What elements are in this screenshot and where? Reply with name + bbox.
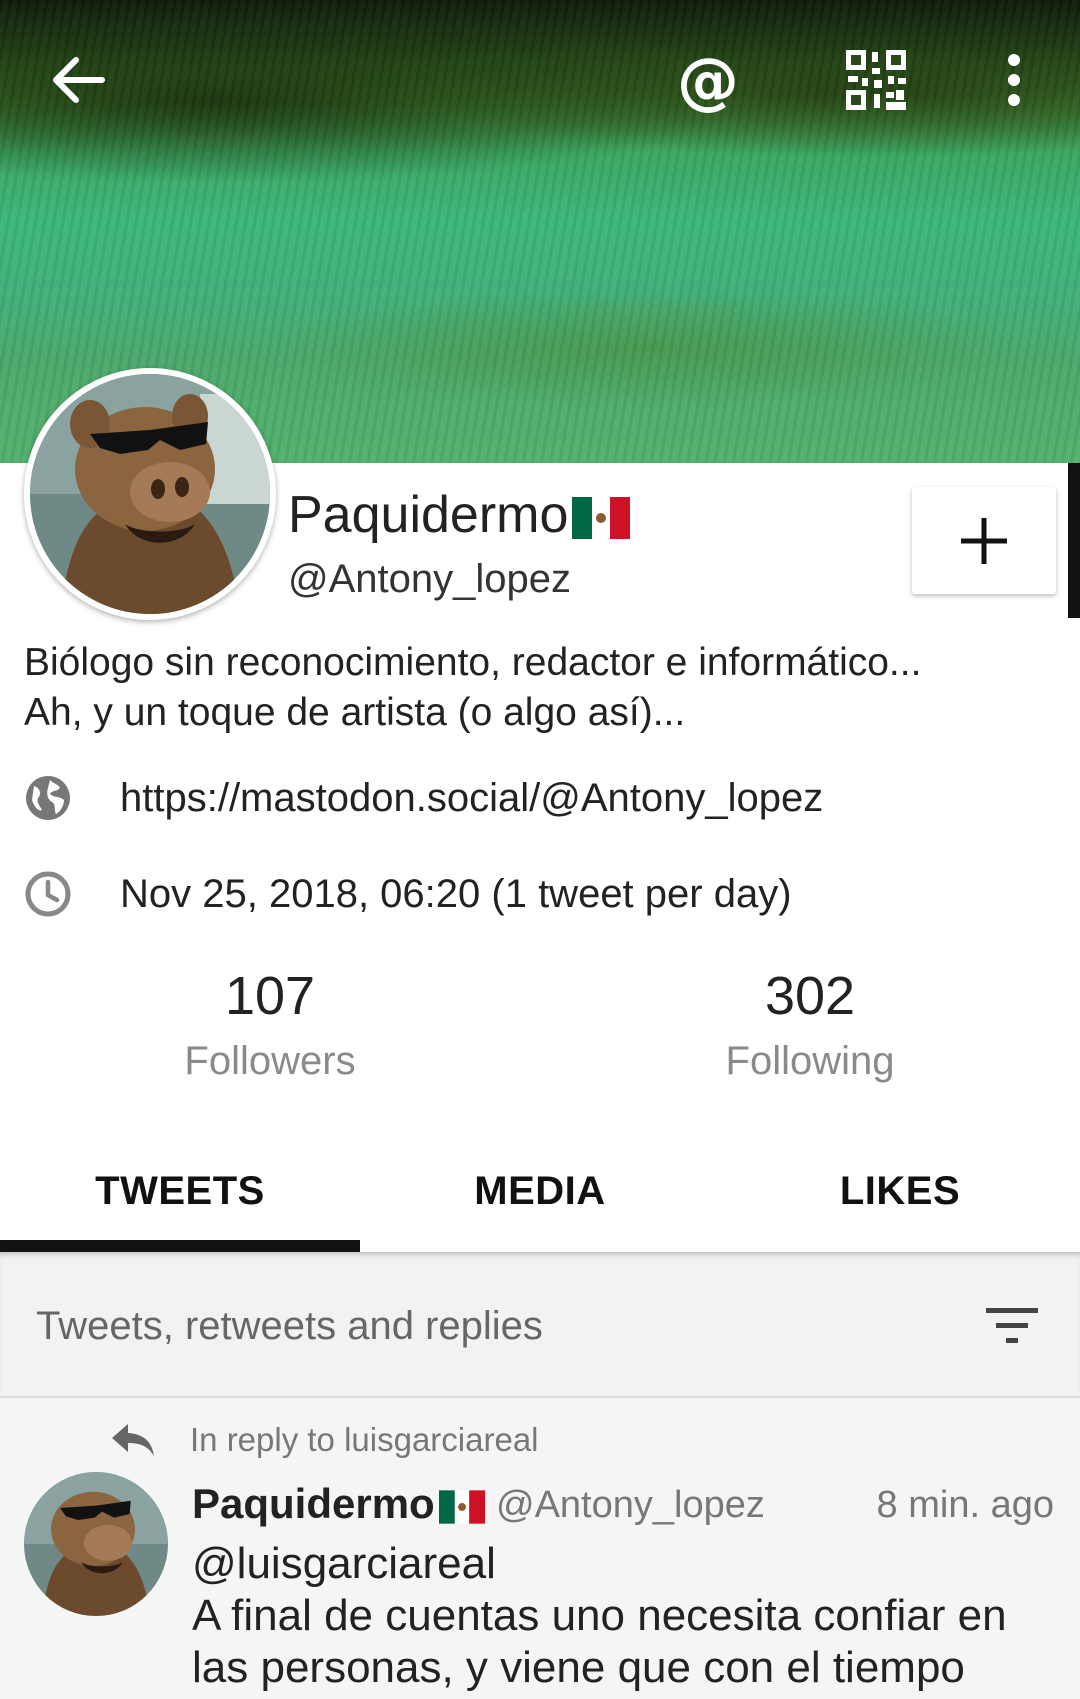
bio-line: Biólogo sin reconocimiento, redactor e i…: [24, 641, 922, 684]
tab-media[interactable]: MEDIA: [360, 1130, 720, 1252]
tweet-text-line: las personas, y viene que con el tiempo: [192, 1643, 965, 1692]
profile-tabs: TWEETS MEDIA LIKES: [0, 1130, 1080, 1252]
following-count: 302: [764, 966, 856, 1026]
mexico-flag-icon: [572, 497, 631, 540]
more-vert-icon[interactable]: [974, 40, 1054, 120]
profile-avatar[interactable]: [24, 368, 276, 620]
qr-code-icon[interactable]: [836, 40, 916, 120]
tweet-mention[interactable]: @luisgarciareal: [192, 1538, 1052, 1590]
edge-divider: [1068, 463, 1080, 618]
filter-label: Tweets, retweets and replies: [36, 1304, 543, 1348]
follow-button[interactable]: [912, 487, 1056, 594]
website-row[interactable]: https://mastodon.social/@Antony_lopez: [24, 774, 823, 822]
followers-stat[interactable]: 107 Followers: [120, 965, 420, 1084]
reply-context: In reply to luisgarciareal: [108, 1420, 539, 1460]
tab-likes[interactable]: LIKES: [720, 1130, 1080, 1252]
profile-bio: Biólogo sin reconocimiento, redactor e i…: [24, 638, 1054, 738]
website-link[interactable]: https://mastodon.social/@Antony_lopez: [120, 776, 823, 821]
reply-to-text[interactable]: In reply to luisgarciareal: [190, 1421, 539, 1459]
tweet-avatar[interactable]: [24, 1472, 168, 1616]
back-arrow-icon[interactable]: [38, 40, 118, 120]
joined-date: Nov 25, 2018, 06:20 (1 tweet per day): [120, 871, 792, 916]
clock-icon: [25, 871, 71, 917]
tweet-text-line: A final de cuentas uno necesita confiar …: [192, 1591, 1007, 1640]
tweet-author-name-text: Paquidermo: [192, 1480, 435, 1527]
reply-icon: [112, 1424, 154, 1456]
tweet-item[interactable]: In reply to luisgarciareal Paquidermo @A…: [0, 1398, 1080, 1699]
joined-row: Nov 25, 2018, 06:20 (1 tweet per day): [24, 870, 792, 918]
tab-selected-indicator: [0, 1240, 360, 1252]
tab-tweets[interactable]: TWEETS: [0, 1130, 360, 1252]
followers-count: 107: [224, 966, 316, 1026]
plus-icon: [961, 517, 1007, 564]
timeline-filter-bar: Tweets, retweets and replies: [0, 1252, 1080, 1398]
followers-label: Followers: [184, 1039, 356, 1083]
tweet-author-handle: @Antony_lopez: [496, 1484, 765, 1526]
following-stat[interactable]: 302 Following: [660, 965, 960, 1084]
display-name-text: Paquidermo: [288, 486, 569, 544]
mention-icon[interactable]: @: [668, 40, 748, 120]
globe-icon: [26, 776, 70, 820]
profile-handle: @Antony_lopez: [288, 557, 572, 601]
tweet-timestamp: 8 min. ago: [876, 1484, 1054, 1526]
filter-list-icon[interactable]: [982, 1304, 1042, 1348]
mexico-flag-icon: [438, 1490, 485, 1524]
tweet-author-name: Paquidermo: [192, 1480, 485, 1528]
display-name: Paquidermo: [288, 485, 631, 545]
bio-line: Ah, y un toque de artista (o algo así)..…: [24, 691, 686, 734]
mention-symbol: @: [677, 43, 739, 117]
tweet-text: @luisgarciareal A final de cuentas uno n…: [192, 1538, 1052, 1694]
following-label: Following: [725, 1039, 895, 1083]
